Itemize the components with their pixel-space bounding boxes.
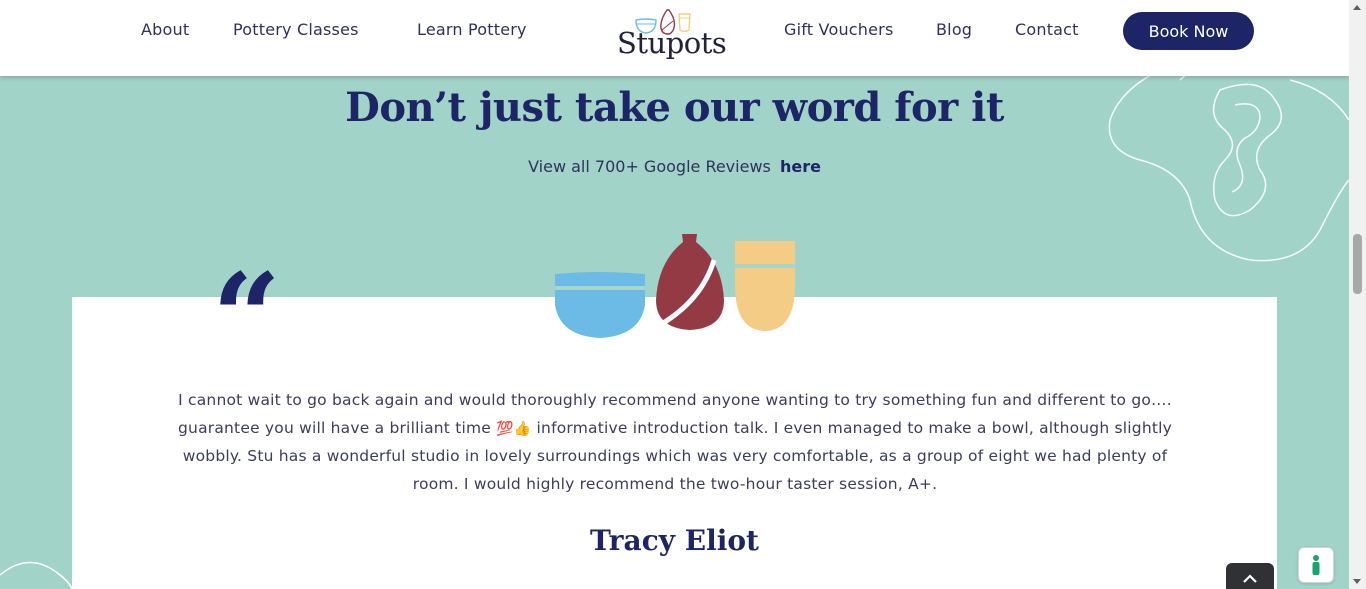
decorative-swirl-graphic (1108, 63, 1349, 262)
back-to-top-button[interactable] (1226, 563, 1274, 589)
blue-bowl (555, 272, 645, 338)
cookie-settings-icon (1312, 555, 1320, 575)
nav-pottery-classes[interactable]: Pottery Classes (233, 20, 359, 39)
site-logo[interactable]: Stupots (612, 6, 727, 68)
review-emoji: 💯👍 (496, 420, 532, 437)
site-header: About Pottery Classes Learn Pottery Stup… (0, 0, 1349, 76)
quote-mark-icon: “ (212, 247, 282, 388)
scroll-down-icon[interactable] (1353, 579, 1361, 584)
nav-gift-vouchers[interactable]: Gift Vouchers (784, 20, 893, 39)
reviewer-name: Tracy Eliot (590, 524, 759, 557)
scroll-thumb[interactable] (1353, 234, 1362, 294)
nav-learn-pottery[interactable]: Learn Pottery (417, 20, 527, 39)
review-text: I cannot wait to go back again and would… (168, 387, 1182, 499)
nav-blog[interactable]: Blog (936, 20, 972, 39)
chevron-up-icon (1243, 574, 1257, 583)
page-scrollbar[interactable] (1349, 0, 1366, 589)
logo-wordmark: Stupots (617, 26, 727, 60)
google-reviews-text: View all 700+ Google Reviews (528, 157, 771, 176)
yellow-cup (735, 241, 795, 331)
google-reviews-link[interactable]: here (780, 157, 821, 176)
nav-contact[interactable]: Contact (1015, 20, 1079, 39)
red-vase (656, 234, 724, 330)
book-now-button[interactable]: Book Now (1123, 12, 1254, 50)
nav-about[interactable]: About (141, 20, 189, 39)
scroll-up-icon[interactable] (1353, 5, 1361, 10)
cookie-settings-button[interactable] (1298, 547, 1334, 583)
pottery-illustration (555, 234, 795, 338)
